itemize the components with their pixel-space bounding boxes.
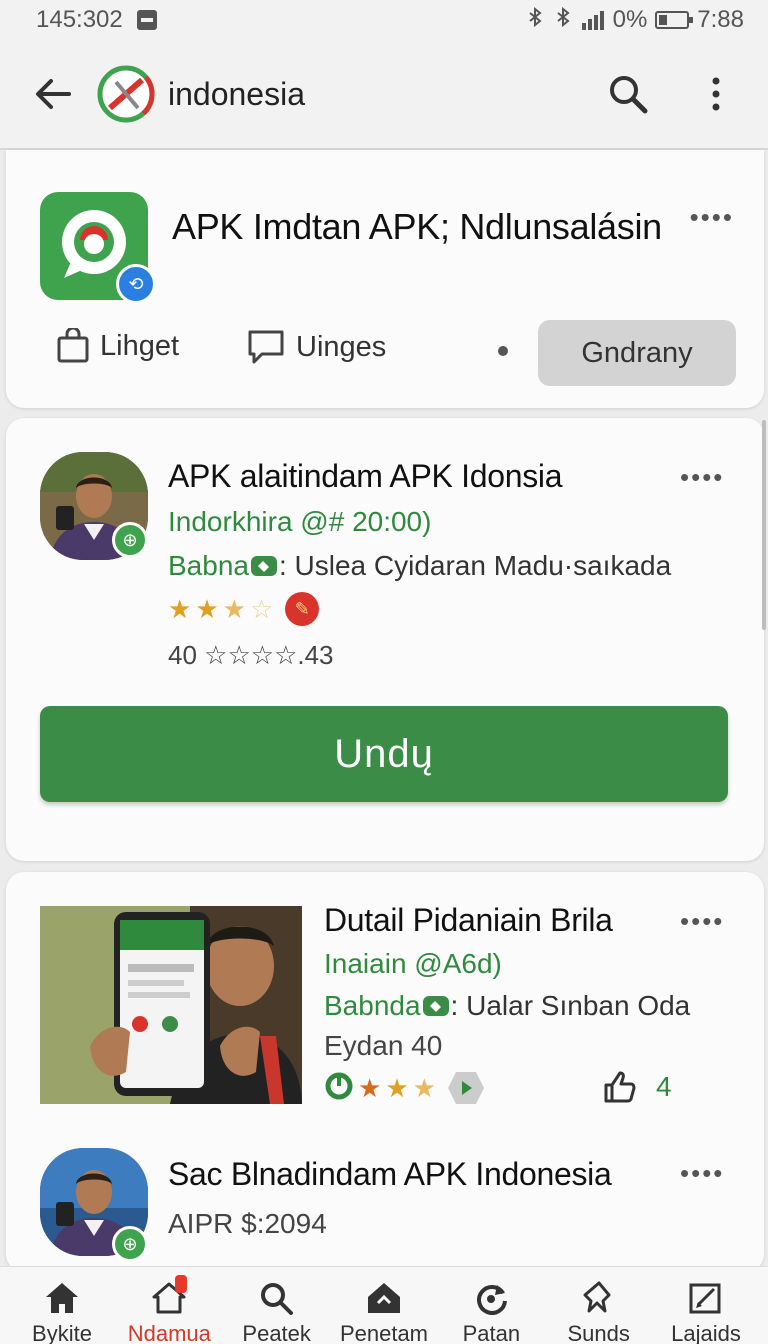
nav-label: Bykite xyxy=(32,1321,92,1344)
star-rating: ★ ★ ★ ☆ ✎ xyxy=(168,592,320,626)
bottom-navigation: Bykite Ndamua Peatek Penetam Patan Sunds xyxy=(0,1266,768,1344)
star-icon: ★ xyxy=(195,593,219,624)
status-clock: 7:88 xyxy=(697,6,744,33)
undu-button[interactable]: Undų xyxy=(40,706,728,802)
star-icon: ★ xyxy=(358,1072,382,1103)
listing-thumbnail xyxy=(40,906,302,1104)
listing-more-button[interactable]: •••• xyxy=(680,1158,724,1189)
bag-icon xyxy=(57,328,89,363)
chip-b-label: Uinges xyxy=(296,330,387,363)
notification-badge xyxy=(175,1275,188,1293)
chip-a-label: Lihget xyxy=(100,329,180,362)
star-icon: ★ xyxy=(385,1072,409,1103)
listing-detail: : Uslea Cyidaran Madu·saıkada xyxy=(278,550,672,581)
nav-item-lajaids[interactable]: Lajaids xyxy=(654,1267,758,1344)
refresh-icon xyxy=(471,1281,511,1315)
listing-more-button[interactable]: •••• xyxy=(680,906,724,937)
play-icon xyxy=(447,1072,484,1104)
nav-item-peatek[interactable]: Peatek xyxy=(225,1267,329,1344)
hero-more-button[interactable]: •••• xyxy=(690,202,734,233)
listing-meta: AIPR $:2094 xyxy=(168,1208,327,1239)
comment-icon xyxy=(248,330,284,364)
uinges-chip[interactable]: Uinges xyxy=(246,328,386,366)
nav-label: Ndamua xyxy=(127,1321,211,1344)
nav-label: Patan xyxy=(462,1321,521,1344)
listing-title: Sac Blnadindam APK Indonesia xyxy=(168,1156,612,1192)
notification-home-icon xyxy=(149,1275,189,1315)
app-badge-icon: ⊕ xyxy=(112,1226,148,1262)
search-icon xyxy=(610,76,648,114)
nav-label: Sunds xyxy=(567,1321,630,1344)
award-badge-icon: ✎ xyxy=(285,592,320,626)
listing-subtitle: Inaiain @A6d) xyxy=(324,948,502,979)
listing-brand: Babna xyxy=(168,550,249,581)
phone-photo xyxy=(40,906,302,1104)
tag-icon xyxy=(364,1281,404,1315)
listing-card-1[interactable]: ⊕ APK alaitindam APK Idonsia •••• Indork… xyxy=(6,418,764,861)
listing-card-2[interactable]: Dutail Pidaniain Brila •••• Inaiain @A6d… xyxy=(6,872,764,1272)
sync-badge-icon: ⟲ xyxy=(116,264,156,304)
nav-label: Peatek xyxy=(242,1321,311,1344)
listing-title: Dutail Pidaniain Brila xyxy=(324,902,613,938)
listing-more-button[interactable]: •••• xyxy=(680,462,724,493)
star-outline-icon: ☆ xyxy=(249,593,274,624)
like-button[interactable]: 4 xyxy=(602,1070,672,1104)
pin-icon xyxy=(579,1281,619,1315)
nav-item-penetam[interactable]: Penetam xyxy=(332,1267,436,1344)
nav-item-bykite[interactable]: Bykite xyxy=(10,1267,114,1344)
rating-text: 40 ☆☆☆☆.43 xyxy=(168,640,334,670)
listing-detail-line: Babna : Uslea Cyidaran Madu·saıkada xyxy=(168,550,671,582)
app-icon: ⟲ xyxy=(40,192,156,304)
listing-subtitle: Indorkhira @# 20:00) xyxy=(168,506,432,537)
edit-icon xyxy=(686,1281,726,1315)
bluetooth-icon xyxy=(528,7,542,28)
nav-item-ndamua[interactable]: Ndamua xyxy=(117,1267,221,1344)
search-icon xyxy=(257,1281,297,1315)
home-icon xyxy=(42,1281,82,1315)
nav-item-sunds[interactable]: Sunds xyxy=(547,1267,651,1344)
app-header-card: ⟲ APK Imdtan APK; Ndlunsalásin •••• Lihg… xyxy=(6,150,764,408)
battery-icon xyxy=(655,11,694,29)
overflow-menu-button[interactable] xyxy=(692,70,740,118)
app-name: APK Imdtan APK; Ndlunsalásin xyxy=(172,206,662,247)
tag-icon xyxy=(422,996,449,1016)
nav-label: Penetam xyxy=(339,1321,429,1344)
thumbs-up-icon xyxy=(604,1071,636,1103)
bluetooth-icon-2 xyxy=(556,7,570,28)
more-vertical-icon xyxy=(712,77,720,111)
listing-meta: Eydan 40 xyxy=(324,1030,443,1061)
tag-icon xyxy=(250,556,277,576)
listing-brand: Babnda xyxy=(324,990,421,1021)
listing-detail-line: Babnda : Ualar Sınban Oda xyxy=(324,990,690,1022)
app-bar: indonesia xyxy=(0,40,768,150)
star-rating: ★ ★ ★ xyxy=(324,1072,484,1104)
signal-icon xyxy=(581,11,604,30)
search-button[interactable] xyxy=(604,70,652,118)
nav-label: Lajaids xyxy=(671,1321,741,1344)
location-icon xyxy=(325,1072,353,1100)
app-badge-icon: ⊕ xyxy=(112,522,148,558)
like-count: 4 xyxy=(656,1071,672,1102)
half-star-icon: ★ xyxy=(412,1072,436,1103)
lihget-chip[interactable]: Lihget xyxy=(56,328,179,364)
scrollbar[interactable] xyxy=(762,420,766,630)
separator-dot xyxy=(498,346,508,356)
half-star-icon: ★ xyxy=(222,593,246,624)
status-time-left: 145:302 xyxy=(36,6,123,33)
listing-detail: : Ualar Sınban Oda xyxy=(450,990,691,1021)
back-button[interactable] xyxy=(28,69,78,119)
status-bar: 145:302 0% 7:88 xyxy=(0,0,768,40)
gndrany-button[interactable]: Gndrany xyxy=(538,320,736,386)
app-logo xyxy=(97,65,155,123)
star-icon: ★ xyxy=(168,593,192,624)
battery-percent: 0% xyxy=(612,6,648,33)
app-bar-title: indonesia xyxy=(168,75,305,112)
listing-title: APK alaitindam APK Idonsia xyxy=(168,458,563,494)
notification-icon xyxy=(136,10,157,30)
arrow-left-icon xyxy=(36,79,71,109)
nav-item-patan[interactable]: Patan xyxy=(439,1267,543,1344)
